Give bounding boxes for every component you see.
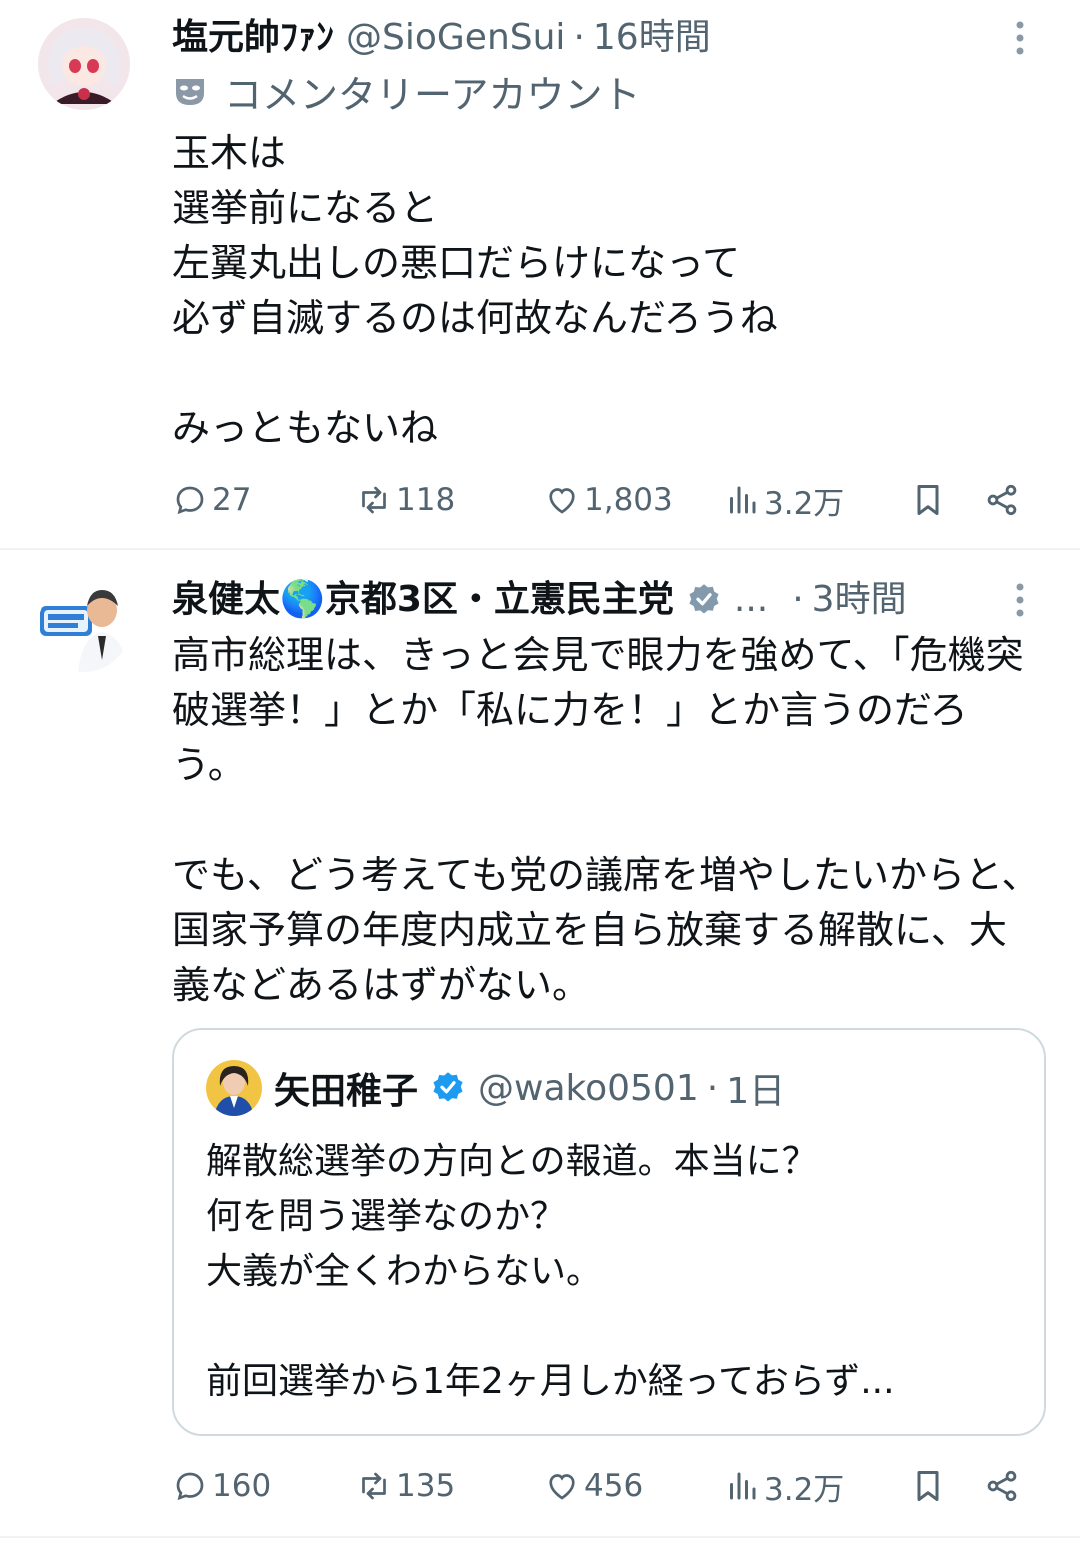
handle[interactable]: @SioGenSui	[346, 10, 565, 66]
tweet-text: 玉木は 選挙前になると 左翼丸出しの悪口だらけになって 必ず自滅するのは何故なん…	[172, 131, 778, 450]
like-count: 1,803	[584, 482, 673, 518]
reply-button[interactable]: 27	[172, 470, 251, 530]
bookmark-icon	[917, 485, 939, 515]
quoted-tweet[interactable]: 矢田稚子 @wako0501 · 1日 解散総選挙の方向との報道。本当に？ 何を…	[172, 1028, 1046, 1436]
account-label[interactable]: コメンタリーアカウント	[172, 66, 1040, 117]
quoted-timestamp: 1日	[726, 1071, 786, 1112]
share-icon	[987, 1470, 1017, 1502]
quoted-display-name: 矢田稚子	[274, 1071, 419, 1112]
reply-button[interactable]: 160	[172, 1456, 271, 1516]
quoted-avatar	[206, 1060, 262, 1116]
avatar[interactable]	[38, 18, 130, 110]
tweet-1[interactable]: 塩元帥ﾌｧﾝ @SioGenSui · 16時間 コメンタリーアカウント 玉木は…	[0, 0, 1080, 550]
reply-count: 27	[212, 482, 252, 518]
action-bar: 160 135 456 3.2万	[172, 1456, 1040, 1516]
bookmark-button[interactable]	[910, 470, 950, 530]
repost-button[interactable]: 118	[356, 470, 455, 530]
repost-icon	[362, 1472, 386, 1500]
tweet-text: 高市総理は、きっと会見で眼力を強めて、「危機突破選挙！」とか「私に力を！」とか言…	[172, 633, 1040, 1007]
timestamp[interactable]: 3時間	[812, 572, 907, 628]
views-button[interactable]: 3.2万	[724, 470, 844, 530]
heart-icon	[549, 1474, 575, 1500]
separator-dot: ·	[573, 17, 585, 58]
heart-icon	[549, 488, 575, 514]
commentary-mask-icon	[176, 79, 204, 105]
quoted-text: 解散総選挙の方向との報道。本当に？ 何を問う選挙なのか？ 大義が全くわからない。…	[206, 1141, 895, 1402]
verified-icon	[433, 1072, 463, 1102]
view-count: 3.2万	[764, 485, 845, 522]
timestamp[interactable]: 16時間	[593, 10, 711, 66]
tweet-2[interactable]: 泉健太🌎京都3区・立憲民主党 ... · 3時間 高市総理は、きっと会見で眼力を…	[0, 550, 1080, 1538]
quoted-handle: @wako0501	[478, 1067, 699, 1109]
display-name[interactable]: 泉健太🌎京都3区・立憲民主党	[172, 572, 674, 628]
bookmark-icon	[917, 1471, 939, 1501]
bookmark-button[interactable]	[910, 1456, 950, 1516]
more-options-icon[interactable]	[1000, 572, 1040, 628]
repost-icon	[362, 486, 386, 514]
avatar[interactable]	[38, 580, 130, 672]
display-name[interactable]: 塩元帥ﾌｧﾝ	[172, 10, 334, 66]
share-icon	[987, 484, 1017, 516]
share-button[interactable]	[984, 470, 1024, 530]
account-label-text: コメンタリーアカウント	[224, 72, 641, 117]
reply-icon	[176, 486, 204, 515]
like-button[interactable]: 1,803	[544, 470, 673, 530]
verified-icon	[689, 584, 719, 614]
more-options-icon[interactable]	[1000, 10, 1040, 66]
like-count: 456	[584, 1468, 644, 1504]
share-button[interactable]	[984, 1456, 1024, 1516]
repost-count: 135	[396, 1468, 456, 1504]
views-icon	[730, 486, 756, 514]
action-bar: 27 118 1,803 3.2万	[172, 470, 1040, 530]
reply-icon	[176, 1472, 204, 1501]
name-ellipsis: ...	[733, 579, 769, 620]
views-icon	[730, 1472, 756, 1500]
repost-count: 118	[396, 482, 456, 518]
views-button[interactable]: 3.2万	[724, 1456, 844, 1516]
view-count: 3.2万	[764, 1471, 845, 1508]
separator-dot: ·	[792, 579, 804, 620]
repost-button[interactable]: 135	[356, 1456, 455, 1516]
like-button[interactable]: 456	[544, 1456, 643, 1516]
reply-count: 160	[212, 1468, 272, 1504]
separator-dot: ·	[706, 1067, 719, 1109]
